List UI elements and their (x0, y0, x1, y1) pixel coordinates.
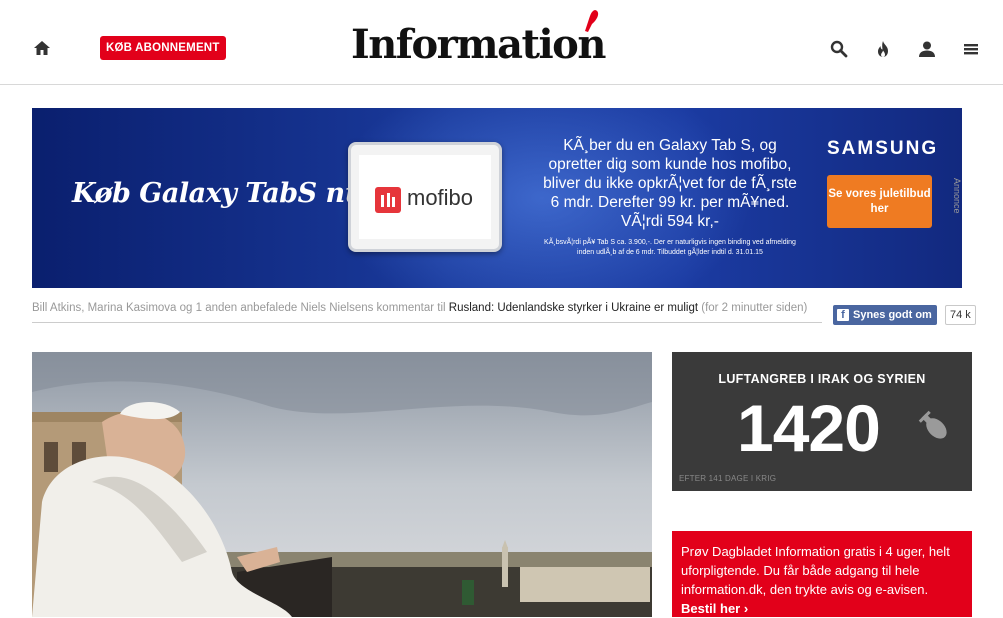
site-logo[interactable]: Information (351, 10, 654, 68)
ad-label: Annonce (952, 178, 962, 214)
ticker-suffix: (for 2 minutter siden) (698, 302, 808, 314)
ticker-article-link[interactable]: Rusland: Udenlandske styrker i Ukraine e… (449, 302, 698, 314)
ad-cta-button[interactable]: Se vores juletilbud her (827, 175, 932, 228)
home-icon[interactable] (33, 39, 51, 57)
logo-accent-icon (585, 10, 599, 32)
hero-image[interactable] (32, 352, 652, 617)
site-header: KØB ABONNEMENT Information (0, 0, 1003, 85)
ticker-prefix: Bill Atkins, Marina Kasimova og 1 anden … (32, 302, 449, 314)
facebook-like-count: 74 k (945, 305, 976, 325)
tablet-screen: mofibo (359, 155, 491, 239)
user-icon[interactable] (918, 40, 936, 58)
tablet-image: mofibo (348, 142, 502, 252)
airstrike-counter[interactable]: LUFTANGREB I IRAK OG SYRIEN 1420 EFTER 1… (672, 352, 972, 491)
flame-icon[interactable] (874, 40, 892, 58)
ad-fine-print: KÃ¸bsvÃ¦rdi pÃ¥ Tab S ca. 3.900,-. Der e… (544, 239, 796, 256)
samsung-logo: SAMSUNG (827, 138, 939, 159)
ad-banner[interactable]: Køb Galaxy TabS nu mofibo KÃ¸ber du en G… (32, 108, 962, 288)
ad-slogan: Køb Galaxy TabS nu (72, 178, 364, 209)
logo-text: Information (351, 21, 606, 68)
promo-order-link[interactable]: Bestil her › (681, 601, 748, 616)
subscribe-button[interactable]: KØB ABONNEMENT (100, 36, 226, 60)
hero-photo-illustration (32, 352, 652, 617)
subscription-promo[interactable]: Prøv Dagbladet Information gratis i 4 ug… (672, 531, 972, 617)
promo-text: Prøv Dagbladet Information gratis i 4 ug… (681, 544, 950, 597)
facebook-like-label: Synes godt om (853, 309, 932, 321)
counter-subtitle: EFTER 141 DAGE I KRIG (679, 474, 777, 483)
facebook-like-button[interactable]: f Synes godt om (833, 305, 937, 325)
social-ticker: Bill Atkins, Marina Kasimova og 1 anden … (32, 302, 822, 323)
bomb-icon (918, 410, 947, 439)
search-icon[interactable] (830, 40, 848, 58)
mofibo-wordmark: mofibo (407, 185, 474, 210)
facebook-icon: f (837, 309, 849, 321)
counter-title: LUFTANGREB I IRAK OG SYRIEN (718, 372, 926, 386)
ad-copy: KÃ¸ber du en Galaxy Tab S, og opretter d… (543, 137, 797, 230)
counter-value: 1420 (737, 391, 881, 465)
mofibo-logo-icon (375, 187, 401, 213)
menu-icon[interactable] (962, 40, 980, 58)
